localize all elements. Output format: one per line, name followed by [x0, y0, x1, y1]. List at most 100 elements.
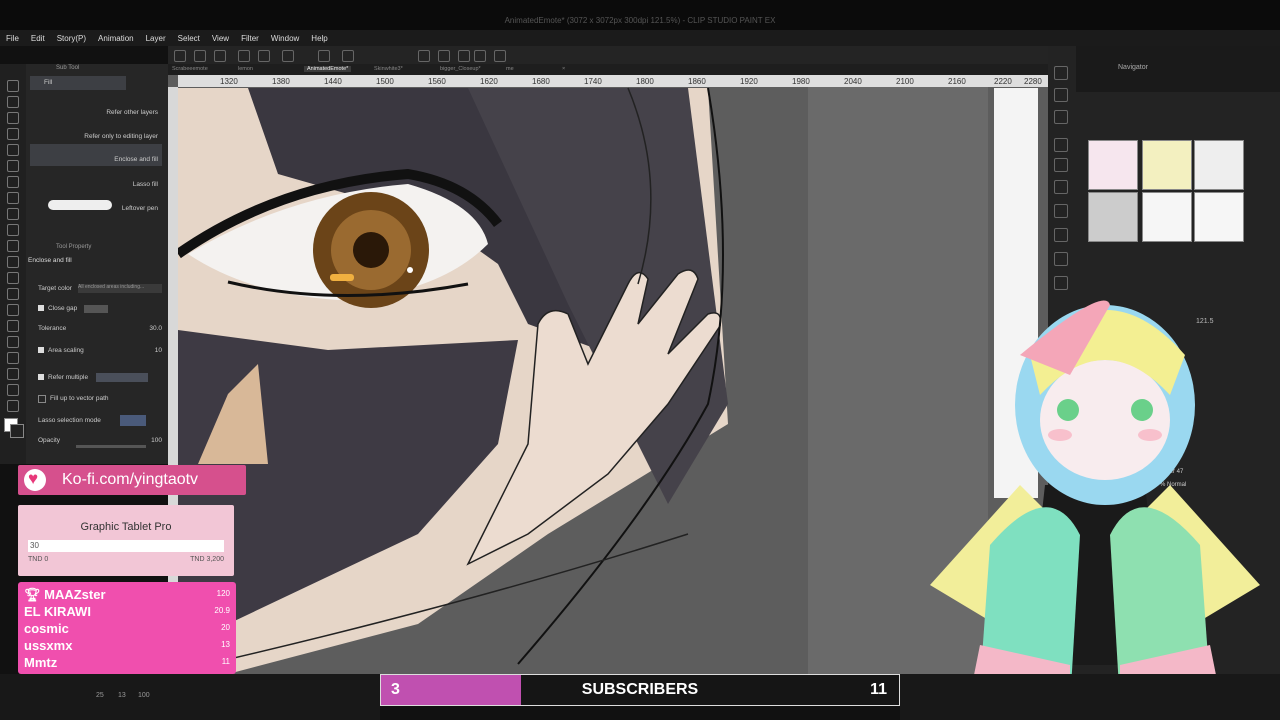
search-icon[interactable] [1054, 66, 1068, 80]
pen-icon[interactable] [418, 50, 430, 62]
material-thumbnail[interactable] [1088, 140, 1138, 190]
panel-icon[interactable] [1054, 180, 1068, 194]
panel-icon[interactable] [1054, 110, 1068, 124]
lasso-tool-icon[interactable] [7, 208, 19, 220]
frame-tool-icon[interactable] [7, 288, 19, 300]
area-scaling-value[interactable]: 10 [155, 347, 162, 354]
open-icon[interactable] [194, 50, 206, 62]
material-thumbnail[interactable] [1142, 192, 1192, 242]
pen-tool-icon[interactable] [7, 80, 19, 92]
undo-icon[interactable] [238, 50, 250, 62]
tab-doc-4[interactable]: Skinwhite3* [374, 66, 403, 72]
sub-tool-group-fill[interactable]: Fill [30, 76, 126, 90]
panel-icon[interactable] [1054, 88, 1068, 102]
fill-vector-checkbox[interactable] [38, 395, 46, 403]
correct-line-tool-icon[interactable] [7, 352, 19, 364]
sub-tool-item-refer-other[interactable]: Refer other layers [30, 102, 162, 122]
menu-edit[interactable]: Edit [25, 34, 51, 43]
material-thumbnail[interactable] [1088, 192, 1138, 242]
panel-icon[interactable] [1054, 138, 1068, 152]
airbrush-tool-icon[interactable] [7, 176, 19, 188]
brush-tool-icon[interactable] [7, 112, 19, 124]
figure-tool-icon[interactable] [7, 272, 19, 284]
redo-icon[interactable] [258, 50, 270, 62]
close-gap-row[interactable]: Close gap [36, 303, 176, 315]
area-scaling-checkbox[interactable] [38, 347, 44, 353]
target-color-row[interactable]: Target color All enclosed areas includin… [36, 283, 176, 295]
tolerance-value[interactable]: 30.0 [149, 325, 162, 332]
panel-icon[interactable] [1054, 158, 1068, 172]
tab-doc-5[interactable]: bigger_Closeup* [440, 66, 481, 72]
refer-multiple-checkbox[interactable] [38, 374, 44, 380]
sub-color-swatch[interactable] [10, 424, 24, 438]
opacity-value[interactable]: 100 [151, 437, 162, 444]
material-thumbnail[interactable] [1194, 192, 1244, 242]
sub-tool-item-refer-editing[interactable]: Refer only to editing layer [30, 126, 162, 146]
refer-multiple-row[interactable]: Refer multiple [36, 372, 176, 384]
kofi-link[interactable]: Ko-fi.com/yingtaotv [62, 471, 198, 489]
row-label: Refer multiple [48, 374, 89, 381]
sub-tool-item-enclose-fill[interactable]: Enclose and fill [30, 144, 162, 166]
tolerance-row[interactable]: Tolerance 30.0 [36, 323, 176, 335]
ruler-tick: 2280 [1024, 77, 1042, 86]
sub-tool-item-leftover-pen[interactable]: Leftover pen [30, 198, 162, 218]
gradient-tool-icon[interactable] [7, 256, 19, 268]
ruler-tick: 1560 [428, 77, 446, 86]
menu-select[interactable]: Select [172, 34, 206, 43]
menu-story[interactable]: Story(P) [51, 34, 92, 43]
ruler-tool-icon[interactable] [7, 304, 19, 316]
menu-filter[interactable]: Filter [235, 34, 265, 43]
opacity-slider[interactable] [76, 445, 146, 448]
area-scaling-row[interactable]: Area scaling 10 [36, 345, 176, 357]
panel-icon[interactable] [1054, 252, 1068, 266]
settings-icon[interactable] [282, 50, 294, 62]
transform-icon[interactable] [342, 50, 354, 62]
refer-layer-icons[interactable] [96, 373, 148, 382]
menu-help[interactable]: Help [305, 34, 333, 43]
text-tool-icon[interactable] [7, 320, 19, 332]
menu-view[interactable]: View [206, 34, 235, 43]
zoom-tool-icon[interactable] [7, 384, 19, 396]
pencil-icon[interactable] [438, 50, 450, 62]
close-tab-icon[interactable]: × [562, 66, 565, 72]
lasso-mode-row[interactable]: Lasso selection mode [36, 415, 176, 427]
sub-tool-item-lasso-fill[interactable]: Lasso fill [30, 174, 162, 194]
panel-icon[interactable] [1054, 204, 1068, 218]
clear-icon[interactable] [318, 50, 330, 62]
decoration-tool-icon[interactable] [7, 144, 19, 156]
tab-doc-6[interactable]: me [506, 66, 514, 72]
snap-icon[interactable] [494, 50, 506, 62]
brush-icon[interactable] [458, 50, 470, 62]
menu-window[interactable]: Window [265, 34, 305, 43]
move-tool-icon[interactable] [7, 400, 19, 412]
fill-vector-row[interactable]: Fill up to vector path [36, 393, 176, 405]
balloon-tool-icon[interactable] [7, 336, 19, 348]
menu-file[interactable]: File [0, 34, 25, 43]
save-icon[interactable] [214, 50, 226, 62]
target-color-dropdown[interactable]: All enclosed areas including... [78, 284, 162, 293]
menu-animation[interactable]: Animation [92, 34, 140, 43]
new-file-icon[interactable] [174, 50, 186, 62]
panel-icon[interactable] [1054, 228, 1068, 242]
kofi-banner[interactable]: Ko-fi.com/yingtaotv [18, 465, 246, 495]
fill-tool-icon[interactable] [7, 192, 19, 204]
gap-size-icons[interactable] [84, 305, 108, 313]
eyedropper-tool-icon[interactable] [7, 240, 19, 252]
ruler-tick: 2040 [844, 77, 862, 86]
tab-doc-1[interactable]: Scrabeeemote [172, 66, 208, 72]
lasso-mode-icons[interactable] [120, 415, 146, 426]
status-frame: 13 [118, 692, 126, 699]
pencil-tool-icon[interactable] [7, 96, 19, 108]
material-thumbnail[interactable] [1142, 140, 1192, 190]
tab-doc-3[interactable]: AnimatedEmote* [304, 66, 352, 72]
material-thumbnail[interactable] [1194, 140, 1244, 190]
hand-tool-icon[interactable] [7, 368, 19, 380]
eraser-tool-icon[interactable] [7, 128, 19, 140]
ruler-icon[interactable] [474, 50, 486, 62]
menu-layer[interactable]: Layer [140, 34, 172, 43]
close-gap-checkbox[interactable] [38, 305, 44, 311]
opacity-row[interactable]: Opacity 100 [36, 435, 176, 448]
auto-select-tool-icon[interactable] [7, 224, 19, 236]
tab-doc-2[interactable]: lemon [238, 66, 253, 72]
blend-tool-icon[interactable] [7, 160, 19, 172]
